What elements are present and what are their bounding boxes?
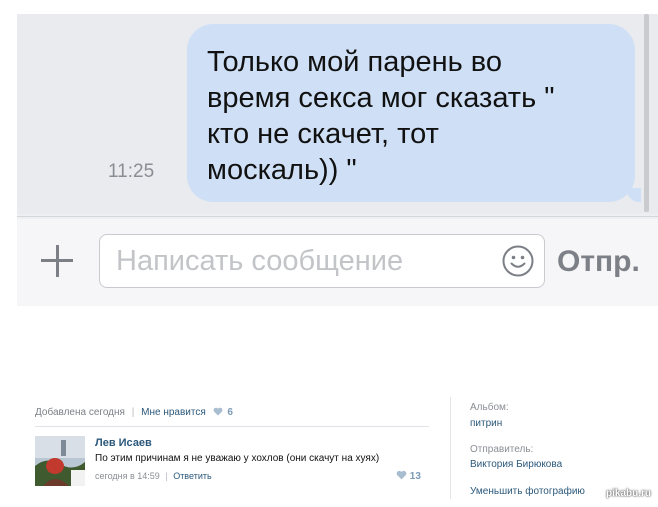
divider [17,216,658,217]
heart-icon [396,470,407,480]
comment-time[interactable]: сегодня в 14:59 [95,471,160,481]
chat-screenshot: 11:25 Только мой парень во время секса м… [17,14,658,306]
album-link[interactable]: питрин [470,418,502,429]
like-count: 6 [227,407,233,418]
message-input-placeholder: Написать сообщение [116,245,404,277]
divider [35,426,429,427]
comment-meta: сегодня в 14:59 | Ответить [95,471,212,481]
comment-likes[interactable]: 13 [396,470,421,482]
watermark: pikabu.ru [606,488,652,499]
reply-button[interactable]: Ответить [173,471,211,481]
comment-author[interactable]: Лев Исаев [95,437,152,449]
message-time: 11:25 [108,161,155,182]
plus-icon[interactable] [41,245,73,277]
message-area: 11:25 Только мой парень во время секса м… [17,14,658,214]
bubble-tail [627,188,641,202]
avatar[interactable] [35,436,85,486]
message-bubble[interactable]: Только мой парень во время секса мог ска… [187,24,641,202]
heart-icon [213,407,222,416]
separator: | [131,407,135,418]
column-divider [450,397,451,499]
sender-link[interactable]: Виктория Бирюкова [470,459,562,470]
message-input[interactable]: Написать сообщение [99,234,545,288]
send-button[interactable]: Отпр. [557,245,640,279]
comment-like-count: 13 [409,471,421,482]
comment-text: По этим причинам я не уважаю у хохлов (о… [95,453,380,464]
added-date: Добавлена сегодня [35,407,125,418]
shrink-photo-link[interactable]: Уменьшить фотографию [470,486,585,497]
smiley-icon[interactable] [502,245,534,277]
separator: | [165,471,168,481]
composer-bar: Написать сообщение Отпр. [17,219,658,306]
sender-label: Отправитель: [470,444,534,455]
scrollbar[interactable] [644,14,649,212]
album-label: Альбом: [470,402,509,413]
like-button[interactable]: Мне нравится [141,407,206,418]
message-text: Только мой парень во время секса мог ска… [207,46,555,186]
photo-meta-row: Добавлена сегодня | Мне нравится 6 [35,407,233,418]
